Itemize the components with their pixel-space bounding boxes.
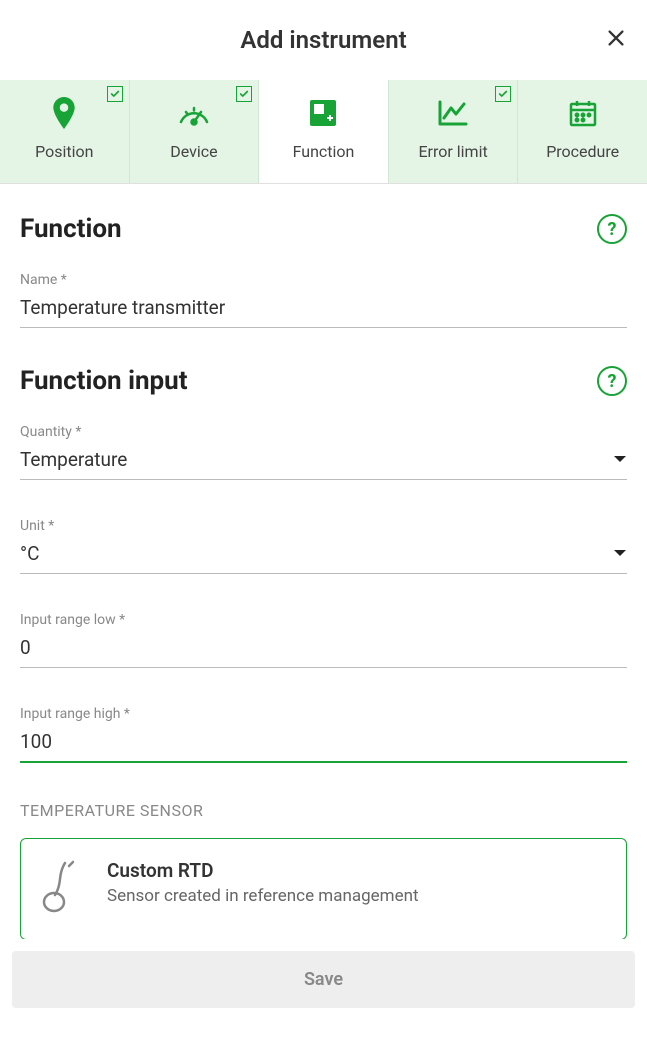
- section-header-function: Function ?: [20, 214, 627, 244]
- section-title: Function: [20, 214, 122, 244]
- tab-check-icon: [495, 86, 511, 102]
- help-button[interactable]: ?: [597, 214, 627, 244]
- quantity-select[interactable]: Temperature: [20, 448, 627, 480]
- name-label: Name *: [20, 272, 627, 288]
- sensor-card[interactable]: Custom RTD Sensor created in reference m…: [20, 838, 627, 940]
- dialog-title: Add instrument: [240, 26, 406, 54]
- range-low-input[interactable]: [20, 636, 627, 659]
- field-range-low: Input range low *: [20, 612, 627, 668]
- field-quantity: Quantity * Temperature: [20, 424, 627, 480]
- tab-device[interactable]: Device: [130, 80, 260, 183]
- field-unit: Unit * °C: [20, 518, 627, 574]
- save-button[interactable]: Save: [12, 951, 635, 1008]
- name-input[interactable]: [20, 296, 627, 319]
- section-title: Function input: [20, 366, 188, 396]
- quantity-label: Quantity *: [20, 424, 627, 440]
- tab-label: Position: [35, 142, 93, 161]
- question-icon: ?: [608, 371, 617, 392]
- field-name: Name *: [20, 272, 627, 328]
- tab-label: Error limit: [418, 142, 487, 161]
- field-range-high: Input range high *: [20, 706, 627, 763]
- tab-error-limit[interactable]: Error limit: [389, 80, 519, 183]
- tab-function[interactable]: Function: [259, 80, 389, 183]
- range-high-input[interactable]: [20, 730, 627, 753]
- unit-value: °C: [20, 542, 627, 565]
- help-button[interactable]: ?: [597, 366, 627, 396]
- tab-position[interactable]: Position: [0, 80, 130, 183]
- pin-icon: [51, 98, 77, 128]
- tab-label: Device: [170, 142, 217, 161]
- section-header-function-input: Function input ?: [20, 366, 627, 396]
- tabs-bar: Position Device Function Error limit Pro…: [0, 80, 647, 184]
- range-low-label: Input range low *: [20, 612, 627, 628]
- content-scroll-area[interactable]: Function ? Name * Function input ? Quant…: [0, 184, 647, 1040]
- tab-check-icon: [107, 86, 123, 102]
- function-icon: [308, 98, 338, 128]
- calendar-icon: [568, 98, 598, 128]
- chart-line-icon: [437, 98, 469, 128]
- question-icon: ?: [608, 219, 617, 240]
- sensor-card-title: Custom RTD: [107, 859, 419, 882]
- gauge-icon: [177, 98, 211, 128]
- sensor-card-description: Sensor created in reference management: [107, 886, 419, 906]
- tab-check-icon: [236, 86, 252, 102]
- unit-select[interactable]: °C: [20, 542, 627, 574]
- tab-label: Function: [293, 142, 355, 161]
- temperature-sensor-header: TEMPERATURE SENSOR: [20, 801, 627, 820]
- close-button[interactable]: [605, 27, 627, 53]
- dialog-header: Add instrument: [0, 0, 647, 80]
- unit-label: Unit *: [20, 518, 627, 534]
- tab-procedure[interactable]: Procedure: [518, 80, 647, 183]
- tab-label: Procedure: [546, 142, 619, 161]
- sensor-icon: [41, 859, 85, 919]
- quantity-value: Temperature: [20, 448, 627, 471]
- close-icon: [605, 27, 627, 49]
- range-high-label: Input range high *: [20, 706, 627, 722]
- footer: Save: [0, 939, 647, 1020]
